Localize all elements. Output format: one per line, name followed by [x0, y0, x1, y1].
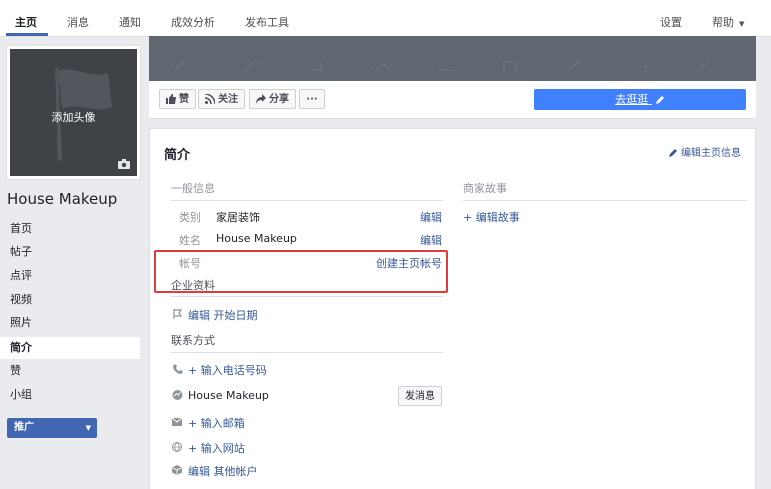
- active-tab-indicator: [6, 33, 48, 36]
- edit-page-info-link[interactable]: 编辑主页信息: [669, 144, 741, 159]
- sidebar-item-groups[interactable]: 小组: [0, 384, 140, 406]
- about-title: 简介: [164, 148, 191, 163]
- sidebar-item-photos[interactable]: 照片: [0, 312, 140, 334]
- camera-icon[interactable]: [118, 159, 130, 169]
- category-value: 家居装饰: [216, 211, 260, 224]
- share-arrow-icon: [256, 94, 266, 104]
- our-story-heading: 商家故事: [463, 182, 507, 195]
- sidebar-item-posts[interactable]: 帖子: [0, 241, 140, 263]
- help-label: 帮助: [712, 16, 734, 29]
- promote-button[interactable]: 推广 ▼: [7, 418, 97, 438]
- sidebar-item-likes[interactable]: 赞: [0, 360, 140, 382]
- sidebar-item-about[interactable]: 简介: [0, 337, 140, 359]
- profile-picture-frame: 添加头像: [6, 45, 141, 180]
- divider: [463, 200, 747, 201]
- tab-messages[interactable]: 消息: [67, 14, 89, 30]
- email-icon: [172, 418, 182, 426]
- visit-label: 去逛逛: [615, 93, 649, 106]
- rss-icon: [204, 93, 216, 105]
- add-phone-link[interactable]: + 输入电话号码: [188, 362, 267, 378]
- settings-link[interactable]: 设置: [660, 14, 682, 30]
- divider: [171, 352, 443, 353]
- promote-label: 推广: [14, 422, 34, 433]
- like-label: 赞: [179, 94, 189, 105]
- edit-start-date-link[interactable]: 编辑 开始日期: [188, 307, 258, 323]
- sidebar-item-home[interactable]: 首页: [0, 218, 140, 240]
- pencil-icon: [655, 96, 664, 104]
- tab-publishing-tools[interactable]: 发布工具: [245, 14, 289, 30]
- add-profile-picture-label: 添加头像: [51, 111, 96, 124]
- caret-down-icon: ▼: [739, 20, 745, 28]
- thumbs-up-icon: [166, 94, 176, 104]
- follow-button[interactable]: 关注: [198, 89, 245, 109]
- cube-icon: [172, 465, 182, 475]
- general-info-heading: 一般信息: [171, 182, 215, 195]
- help-menu[interactable]: 帮助 ▼: [712, 14, 744, 30]
- tab-notifications[interactable]: 通知: [119, 14, 141, 30]
- page-action-bar: 赞 关注 分享 ··· 去逛逛: [149, 81, 756, 119]
- name-value: House Makeup: [216, 232, 297, 245]
- edit-other-accounts-link[interactable]: 编辑 其他帐户: [188, 463, 258, 479]
- sidebar-item-videos[interactable]: 视频: [0, 289, 140, 311]
- highlight-box: [154, 250, 448, 293]
- globe-icon: [172, 442, 182, 452]
- contact-info-heading: 联系方式: [171, 334, 215, 347]
- tab-insights[interactable]: 成效分析: [171, 14, 215, 30]
- flag-icon: [173, 309, 183, 319]
- edit-category-link[interactable]: 编辑: [420, 209, 442, 225]
- pencil-icon: [669, 149, 677, 157]
- edit-page-info-label: 编辑主页信息: [681, 148, 741, 159]
- category-label: 类别: [179, 211, 201, 224]
- name-label: 姓名: [179, 234, 201, 247]
- share-label: 分享: [269, 94, 289, 105]
- cover-photo[interactable]: [149, 36, 756, 81]
- phone-icon: [173, 364, 183, 374]
- like-button[interactable]: 赞: [159, 89, 196, 109]
- add-email-link[interactable]: + 输入邮箱: [188, 415, 245, 431]
- visit-button[interactable]: 去逛逛: [534, 89, 746, 110]
- tab-home[interactable]: 主页: [15, 14, 37, 30]
- top-navigation-bar: 主页 消息 通知 成效分析 发布工具 设置 帮助 ▼: [0, 0, 771, 37]
- messenger-icon: [172, 390, 183, 400]
- about-card: 简介 编辑主页信息 一般信息 类别 家居装饰 编辑 姓名 House Makeu…: [149, 128, 756, 489]
- edit-story-link[interactable]: + 编辑故事: [463, 209, 520, 225]
- cover-pattern: [173, 58, 749, 73]
- share-button[interactable]: 分享: [249, 89, 296, 109]
- edit-name-link[interactable]: 编辑: [420, 232, 442, 248]
- divider: [171, 200, 443, 201]
- divider: [171, 296, 443, 297]
- add-website-link[interactable]: + 输入网站: [188, 440, 245, 456]
- more-options-button[interactable]: ···: [299, 89, 325, 109]
- caret-down-icon: ▼: [85, 424, 91, 432]
- page-name: House Makeup: [7, 190, 118, 208]
- sidebar-item-reviews[interactable]: 点评: [0, 265, 140, 287]
- follow-label: 关注: [218, 94, 238, 105]
- send-message-button[interactable]: 发消息: [398, 386, 442, 406]
- add-profile-picture[interactable]: 添加头像: [10, 49, 137, 176]
- messenger-name: House Makeup: [188, 389, 269, 402]
